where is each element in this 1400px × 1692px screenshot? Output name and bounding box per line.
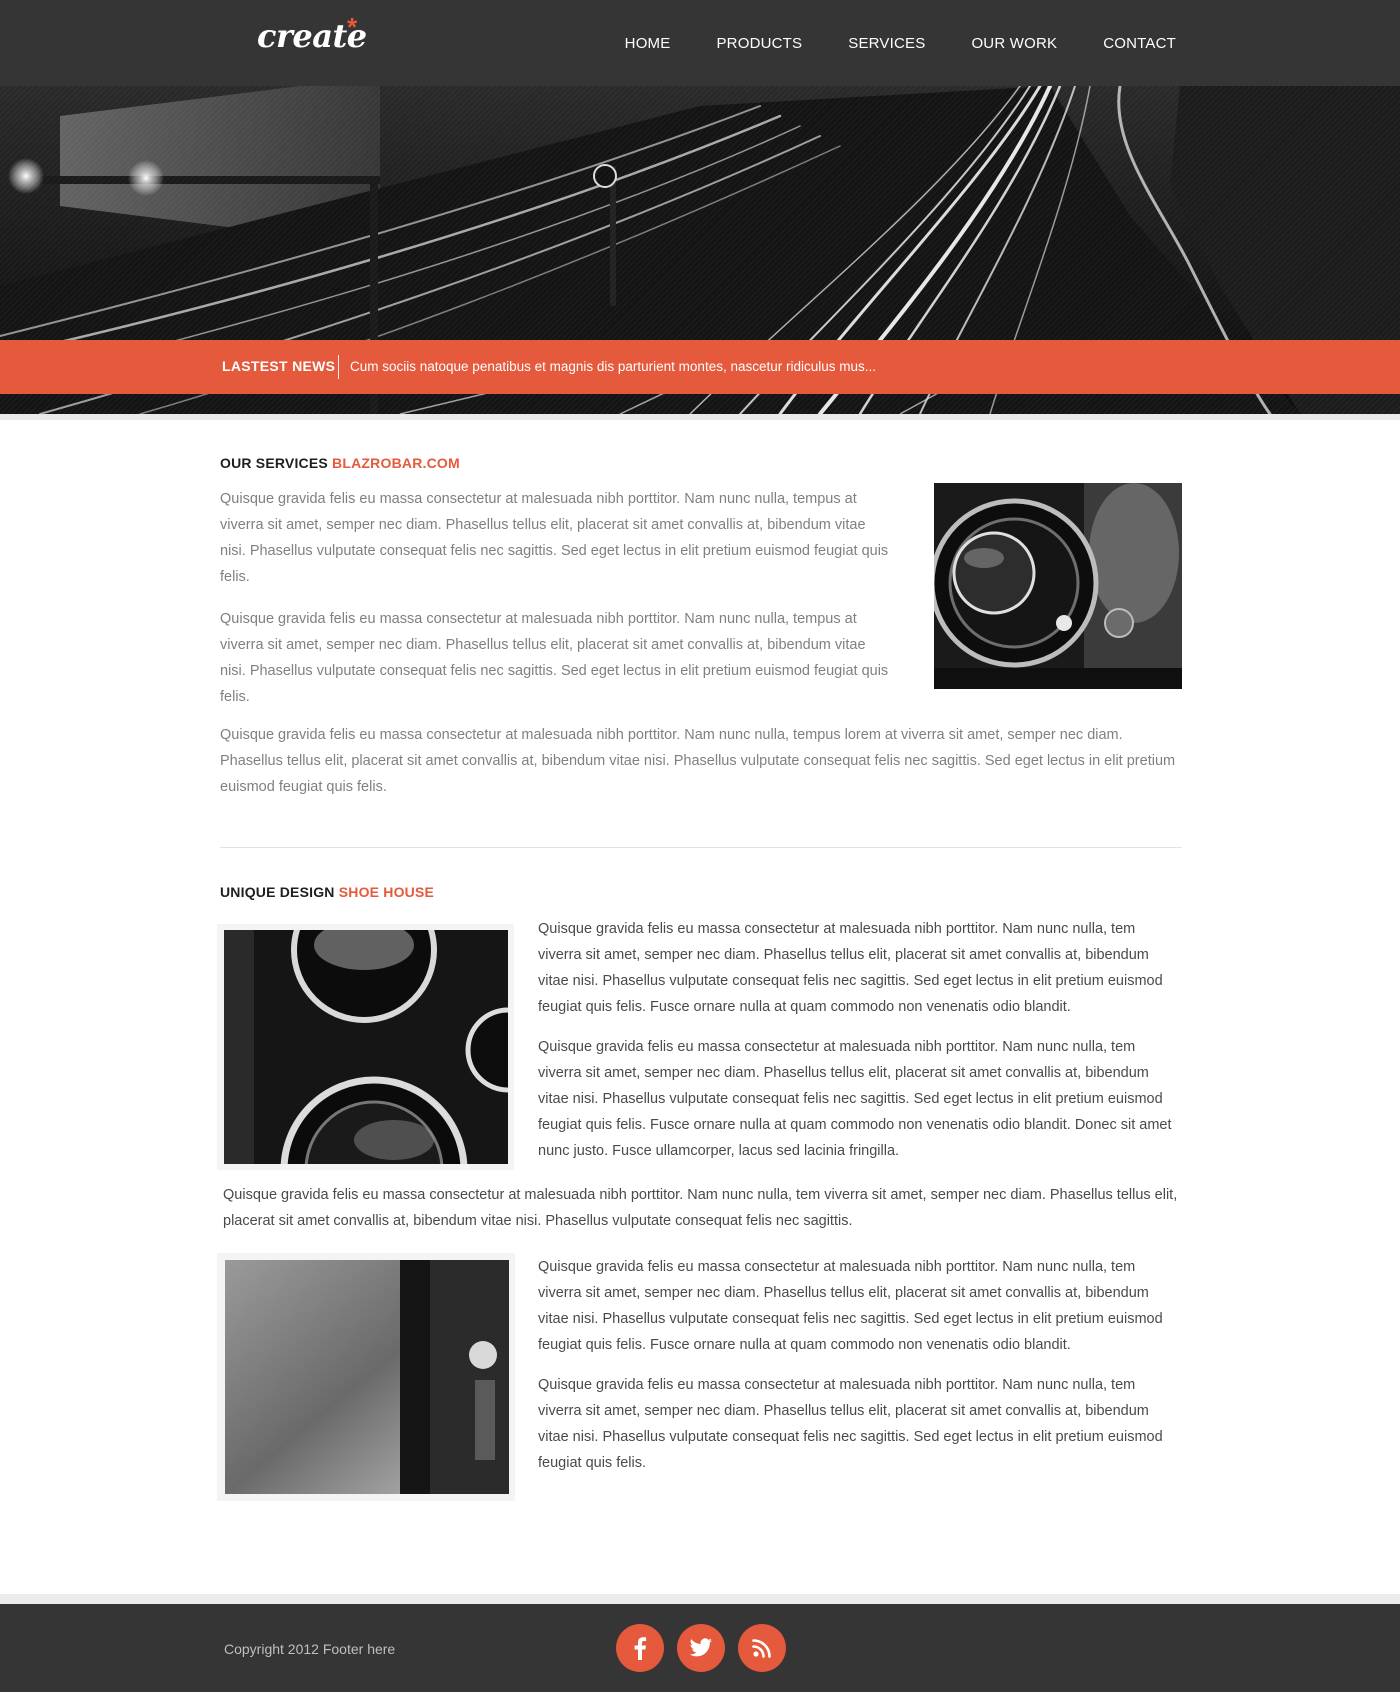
news-ticker-text[interactable]: Cum sociis natoque penatibus et magnis d… [350, 359, 876, 374]
nav-products[interactable]: PRODUCTS [716, 35, 802, 52]
camera-twin-lens-image [224, 930, 508, 1164]
hero-bottom-divider [0, 414, 1400, 420]
nav-services[interactable]: SERVICES [848, 35, 925, 52]
news-separator [338, 355, 339, 379]
facebook-button[interactable] [616, 1624, 664, 1672]
design-photo-2 [217, 1253, 515, 1501]
design-paragraph-1: Quisque gravida felis eu massa consectet… [538, 921, 1163, 1015]
twitter-icon [689, 1638, 712, 1657]
design-photo-1 [217, 924, 514, 1170]
camera-lens-image [929, 483, 1182, 689]
services-title-text: OUR SERVICES [220, 455, 328, 471]
services-paragraph-2: Quisque gravida felis eu massa consectet… [220, 611, 889, 705]
services-paragraph-3: Quisque gravida felis eu massa consectet… [220, 727, 1176, 795]
design-paragraph-5: Quisque gravida felis eu massa consectet… [538, 1377, 1163, 1471]
design-paragraph-4: Quisque gravida felis eu massa consectet… [538, 1259, 1163, 1353]
services-title-accent[interactable]: BLAZROBAR.COM [332, 455, 460, 471]
design-paragraph-3: Quisque gravida felis eu massa consectet… [223, 1187, 1178, 1229]
services-paragraph-1: Quisque gravida felis eu massa consectet… [220, 491, 889, 585]
logo-star-icon: * [347, 12, 358, 42]
site-footer: Copyright 2012 Footer here [0, 1604, 1400, 1692]
rss-button[interactable] [738, 1624, 786, 1672]
main-nav: HOME PRODUCTS SERVICES OUR WORK CONTACT [579, 0, 1176, 86]
rss-icon [752, 1639, 771, 1658]
design-paragraph-2: Quisque gravida felis eu massa consectet… [538, 1039, 1172, 1159]
design-title-accent[interactable]: SHOE HOUSE [339, 884, 434, 900]
services-camera-photo [929, 483, 1182, 689]
section-divider [220, 847, 1182, 848]
nav-our-work[interactable]: OUR WORK [971, 35, 1057, 52]
nav-home[interactable]: HOME [625, 35, 671, 52]
site-header: create * HOME PRODUCTS SERVICES OUR WORK… [0, 0, 1400, 86]
nav-contact[interactable]: CONTACT [1103, 35, 1176, 52]
copyright-text: Copyright 2012 Footer here [224, 1641, 396, 1657]
camera-blur-closeup-image [225, 1260, 509, 1494]
services-title: OUR SERVICES BLAZROBAR.COM [220, 455, 460, 471]
facebook-icon [634, 1637, 647, 1660]
footer-top-strip [0, 1594, 1400, 1604]
design-title: UNIQUE DESIGN SHOE HOUSE [220, 884, 434, 900]
news-label: LASTEST NEWS [222, 358, 336, 374]
latest-news-bar: LASTEST NEWS Cum sociis natoque penatibu… [0, 340, 1400, 394]
design-title-text: UNIQUE DESIGN [220, 884, 335, 900]
twitter-button[interactable] [677, 1624, 725, 1672]
